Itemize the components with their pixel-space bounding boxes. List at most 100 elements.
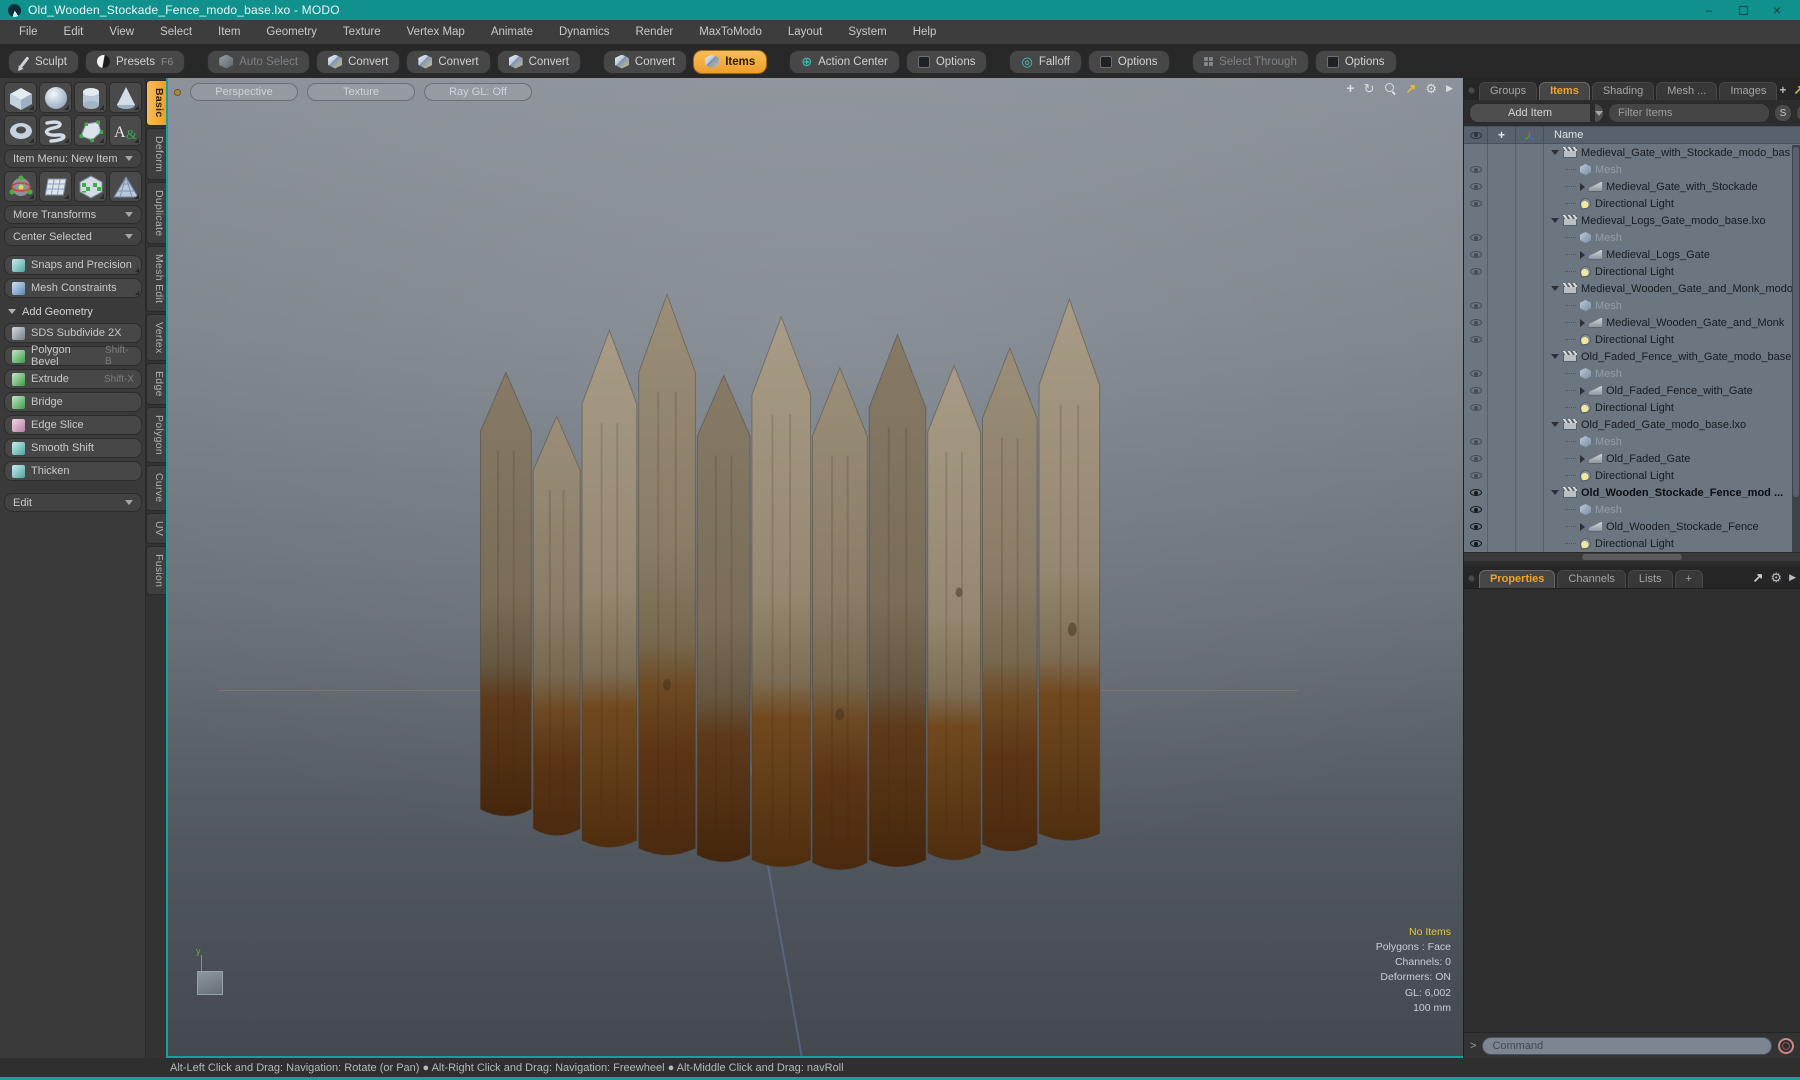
tab-items[interactable]: Items [1539,82,1590,100]
checker-cube-tool-button[interactable] [74,171,107,202]
tree-row-mesh-ghost[interactable]: Mesh [1464,297,1800,314]
action-center-options-button[interactable]: Options [905,49,988,74]
tab-duplicate[interactable]: Duplicate [146,181,166,245]
tab-properties[interactable]: Properties [1479,570,1556,588]
item-menu-dropdown[interactable]: Item Menu: New Item [4,149,142,168]
menu-dynamics[interactable]: Dynamics [546,20,622,44]
visibility-column-icon[interactable] [1469,131,1482,139]
minimize-button[interactable]: – [1694,1,1724,19]
more-arrow-icon[interactable]: ▶ [1789,573,1796,582]
tree-row-mesh[interactable]: Medieval_Wooden_Gate_and_Monk [1464,314,1800,331]
expand-arrow-icon[interactable] [1580,522,1585,531]
tab-polygon[interactable]: Polygon [146,406,166,463]
tree-row-mesh-ghost[interactable]: Mesh [1464,501,1800,518]
maximize-panel-icon[interactable]: ↗ [1793,83,1800,96]
tree-horizontal-scrollbar[interactable] [1464,552,1800,561]
menu-help[interactable]: Help [900,20,950,44]
eye-icon[interactable] [1469,404,1482,411]
convert-button-1[interactable]: Convert [316,49,401,74]
tree-row-light[interactable]: Directional Light [1464,331,1800,348]
tab-groups[interactable]: Groups [1479,82,1538,100]
tool-edge-slice[interactable]: Edge Slice [4,415,142,435]
falloff-options-button[interactable]: Options [1087,49,1170,74]
text-tool-button[interactable]: A & [109,115,142,146]
cylinder-tool-button[interactable] [74,82,107,113]
falloff-button[interactable]: ◎ Falloff [1009,49,1082,74]
tree-row-mesh[interactable]: Old_Faded_Fence_with_Gate [1464,382,1800,399]
menu-view[interactable]: View [96,20,147,44]
collapse-arrow-icon[interactable] [1551,218,1559,223]
tab-fusion[interactable]: Fusion [146,545,166,596]
tree-row-mesh-ghost[interactable]: Mesh [1464,161,1800,178]
eye-icon[interactable] [1469,489,1482,496]
convert-button-4[interactable]: Convert [602,49,688,74]
tree-row-scene[interactable]: Medieval_Gate_with_Stockade_modo_bas ... [1464,144,1800,161]
viewport-raygl-tab[interactable]: Ray GL: Off [424,83,532,101]
menu-system[interactable]: System [835,20,899,44]
eye-icon[interactable] [1469,166,1482,173]
action-center-button[interactable]: ⊕ Action Center [789,49,900,74]
panel-dot-icon[interactable] [1468,87,1475,94]
torus-tool-button[interactable] [4,115,37,146]
tree-vertical-scrollbar[interactable] [1792,145,1800,552]
eye-icon[interactable] [1469,302,1482,309]
eye-icon[interactable] [1469,268,1482,275]
eye-icon[interactable] [1469,455,1482,462]
eye-icon[interactable] [1469,387,1482,394]
tab-mesh-edit[interactable]: Mesh Edit [146,246,166,312]
cube-tool-button[interactable] [4,82,37,113]
more-arrow-icon[interactable]: ▶ [1446,83,1453,93]
tree-row-scene[interactable]: Old_Faded_Fence_with_Gate_modo_base.... [1464,348,1800,365]
collapse-arrow-icon[interactable] [1551,490,1559,495]
center-selected-dropdown[interactable]: Center Selected [4,227,142,246]
menu-layout[interactable]: Layout [775,20,836,44]
tree-row-scene[interactable]: Old_Faded_Gate_modo_base.lxo [1464,416,1800,433]
expand-arrow-icon[interactable] [1580,182,1585,191]
gear-icon[interactable]: ⚙ [1770,571,1782,584]
close-button[interactable]: × [1762,1,1792,19]
eye-icon[interactable] [1469,319,1482,326]
eye-icon[interactable] [1469,370,1482,377]
maximize-viewport-icon[interactable]: ↗ [1406,82,1417,95]
pan-icon[interactable]: + [1346,81,1354,95]
tab-shading[interactable]: Shading [1591,82,1655,100]
tool-extrude[interactable]: Extrude Shift-X [4,369,142,389]
eye-icon[interactable] [1469,438,1482,445]
items-mode-button[interactable]: Items [693,49,768,74]
tree-row-light[interactable]: Directional Light [1464,535,1800,552]
tree-row-mesh-ghost[interactable]: Mesh [1464,433,1800,450]
tree-row-mesh[interactable]: Old_Wooden_Stockade_Fence [1464,518,1800,535]
menu-texture[interactable]: Texture [330,20,394,44]
tab-edge[interactable]: Edge [146,363,166,405]
plane-tool-button[interactable] [39,171,72,202]
eye-icon[interactable] [1469,336,1482,343]
auto-select-button[interactable]: Auto Select [207,49,311,74]
tree-row-scene[interactable]: Medieval_Wooden_Gate_and_Monk_modo ... [1464,280,1800,297]
locator-column-icon[interactable]: + [1488,127,1516,143]
tab-add[interactable]: + [1674,570,1703,588]
eye-icon[interactable] [1469,506,1482,513]
stockade-fence-model[interactable] [468,270,1118,895]
tree-row-mesh-ghost[interactable]: Mesh [1464,365,1800,382]
viewport-shading-tab[interactable]: Texture [307,83,415,101]
select-options-button[interactable]: Options [1314,49,1397,74]
expand-arrow-icon[interactable] [1580,454,1585,463]
tree-row-scene[interactable]: Medieval_Logs_Gate_modo_base.lxo [1464,212,1800,229]
collapse-arrow-icon[interactable] [1551,354,1559,359]
maximize-panel-icon[interactable]: ↗ [1753,571,1764,584]
tab-deform[interactable]: Deform [146,127,166,180]
maximize-button[interactable] [1728,1,1758,19]
add-item-button[interactable]: Add Item [1469,103,1591,123]
collapse-arrow-icon[interactable] [1551,150,1559,155]
mesh-constraints-button[interactable]: Mesh Constraints [4,278,142,298]
eye-icon[interactable] [1469,540,1482,547]
tab-vertex[interactable]: Vertex [146,313,166,362]
helix-tool-button[interactable] [39,115,72,146]
menu-vertex-map[interactable]: Vertex Map [394,20,478,44]
tree-row-light[interactable]: Directional Light [1464,263,1800,280]
snaps-precision-button[interactable]: Snaps and Precision [4,255,142,275]
record-macro-icon[interactable] [1778,1037,1794,1054]
menu-edit[interactable]: Edit [51,20,97,44]
tab-images[interactable]: Images [1719,82,1778,100]
tab-channels[interactable]: Channels [1557,570,1626,588]
